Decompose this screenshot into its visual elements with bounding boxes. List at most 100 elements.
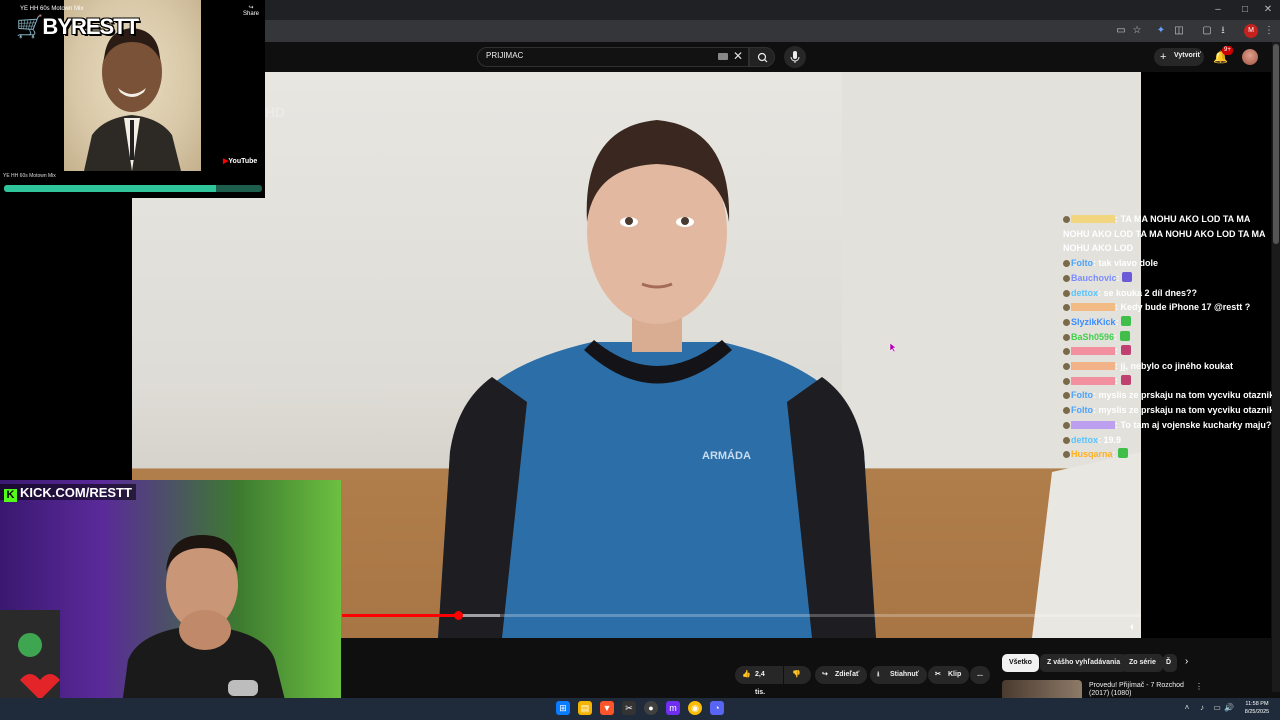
chat-message: dettox: se kouka 2 díl dnes?? <box>1063 286 1277 301</box>
system-clock[interactable]: 11:58 PM 8/25/2025 <box>1240 700 1274 716</box>
chat-badge-icon <box>1063 451 1070 459</box>
capcut-icon[interactable]: ✂ <box>622 701 636 715</box>
share-video-button[interactable]: ↪ Zdieľať <box>815 666 868 684</box>
chat-username: Folto <box>1071 390 1093 401</box>
chat-badge-icon <box>1063 392 1070 400</box>
chat-message: Folto: myslis ze prskaju na tom vycviku … <box>1063 388 1277 403</box>
share-label: Share <box>242 11 259 17</box>
windows-taskbar <box>0 698 1280 720</box>
recommendation-menu-icon[interactable]: ⋮ <box>1195 682 1203 691</box>
clock-time: 11:58 PM <box>1245 701 1269 707</box>
chat-message: : <box>1063 344 1277 359</box>
notification-count-badge: 9+ <box>1222 46 1233 55</box>
chips-next-chevron-icon[interactable]: › <box>1185 656 1188 667</box>
thumbs-down-icon: 👎 <box>792 671 801 678</box>
brave-browser-icon[interactable]: ▼ <box>600 701 614 715</box>
brand-text: BYRESTT <box>42 14 139 39</box>
share-button[interactable]: ↪ Share <box>242 4 260 17</box>
maximize-icon[interactable]: □ <box>1235 2 1255 18</box>
chat-emote-icon <box>1119 330 1130 341</box>
chat-emote-icon <box>1121 315 1132 326</box>
chat-badge-icon <box>1063 407 1070 415</box>
discord-icon[interactable]: ◔ <box>710 701 724 715</box>
profile-icon[interactable]: M <box>1244 24 1258 38</box>
chat-username <box>1071 362 1115 371</box>
install-app-icon[interactable]: ▭ <box>1114 24 1128 38</box>
extension-icon[interactable]: ✦ <box>1154 24 1168 38</box>
more-actions-button[interactable]: ... <box>970 666 990 684</box>
chat-message: : Kedy bude iPhone 17 @restt ? <box>1063 300 1277 315</box>
chat-text: : To tam aj vojenske kucharky maju?? <box>1115 419 1277 430</box>
tray-overflow-chevron-icon[interactable]: ˄ <box>1182 703 1192 713</box>
clear-search-icon[interactable]: ✕ <box>732 49 744 63</box>
obs-icon[interactable]: ● <box>644 701 658 715</box>
chat-badge-icon <box>1063 421 1070 429</box>
webcam-image <box>0 535 290 720</box>
search-button[interactable] <box>749 47 775 67</box>
chat-username <box>1071 347 1115 356</box>
download-label: Stiahnuť <box>890 671 920 678</box>
tab-search-icon[interactable]: ▢ <box>1200 24 1214 38</box>
microphone-tray-icon[interactable]: ♪ <box>1197 703 1207 713</box>
chat-text: : myslis ze prskaju na tom vycviku otazn… <box>1093 390 1275 401</box>
kick-logo-icon: K <box>4 489 17 502</box>
download-icon[interactable]: ⭳ <box>1216 24 1230 38</box>
chat-text: : <box>1115 346 1121 357</box>
chat-text: : <box>1114 331 1120 342</box>
chat-message: Folto: myslis ze prskaju na tom vycviku … <box>1063 403 1277 418</box>
chat-message: : TA MA NOHU AKO LOD TA MA NOHU AKO LOD … <box>1063 212 1277 256</box>
chip-from-series[interactable]: Zo série <box>1122 654 1163 672</box>
extensions-puzzle-icon[interactable]: ◫ <box>1172 24 1186 38</box>
dislike-button[interactable]: 👎 <box>784 666 811 684</box>
chat-username: dettox <box>1071 287 1098 298</box>
browser-menu-icon[interactable]: ⋮ <box>1262 24 1276 38</box>
close-window-icon[interactable]: ✕ <box>1258 2 1278 18</box>
account-avatar[interactable] <box>1242 49 1258 65</box>
chat-text: : 19.9 <box>1098 434 1122 445</box>
like-count: 2,4 tis. <box>755 671 766 696</box>
clip-button[interactable]: ✂ Klip <box>928 666 970 684</box>
download-button[interactable]: ⭳ Stiahnuť <box>870 666 928 684</box>
file-explorer-icon[interactable]: ▤ <box>578 701 592 715</box>
bookmark-star-icon[interactable]: ☆ <box>1130 24 1144 38</box>
voice-search-button[interactable] <box>784 46 806 68</box>
chat-message: BaSh0596: <box>1063 330 1277 345</box>
autoplay-toggle-icon[interactable]: ◐ <box>1126 620 1140 634</box>
chip-all[interactable]: Všetko <box>1002 654 1039 672</box>
chat-text: : <box>1115 375 1121 386</box>
chat-emote-icon <box>1120 374 1131 385</box>
minimize-icon[interactable]: – <box>1208 2 1228 18</box>
volume-icon[interactable]: 🔊 <box>1224 703 1234 713</box>
stream-chat: : TA MA NOHU AKO LOD TA MA NOHU AKO LOD … <box>1063 212 1277 462</box>
video-buffer-bar <box>458 614 500 617</box>
chip-overflow[interactable]: Ď <box>1163 654 1177 672</box>
share-arrow-icon: ↪ <box>822 671 828 678</box>
shirt-print: ARMÁDA <box>702 449 751 462</box>
start-menu-icon[interactable]: ⊞ <box>556 701 570 715</box>
clip-label: Klip <box>948 671 962 678</box>
chat-username: Bauchovic <box>1071 272 1117 283</box>
chat-username <box>1071 376 1115 385</box>
like-button[interactable]: 👍 2,4 tis. <box>735 666 783 696</box>
app-m-icon[interactable]: m <box>666 701 680 715</box>
monitor-tray-icon[interactable]: ▭ <box>1212 703 1222 713</box>
chat-username: Folto <box>1071 258 1093 269</box>
youtube-logo: ▶YouTube <box>223 158 258 165</box>
chat-username: dettox <box>1071 434 1098 445</box>
chat-message: Folto: tak vlavo dole <box>1063 256 1277 271</box>
page-scrollbar-thumb[interactable] <box>1273 44 1279 244</box>
chat-text: : se kouka 2 díl dnes?? <box>1098 287 1198 298</box>
chip-from-search[interactable]: Z vášho vyhľadávania <box>1040 654 1128 672</box>
chrome-icon[interactable]: ◉ <box>688 701 702 715</box>
chat-text: : tak vlavo dole <box>1093 258 1159 269</box>
chat-text: : myslis ze prskaju na tom vycviku otazn… <box>1093 405 1275 416</box>
video-scrubber-handle[interactable] <box>453 611 463 620</box>
recommended-video-title[interactable]: Provedu! Přijímač - 7 Rozchod (2017) (10… <box>1089 682 1189 698</box>
clock-date: 8/25/2025 <box>1244 709 1270 715</box>
chat-username: Husqarna <box>1071 449 1113 460</box>
kick-channel-banner: K KICK.COM/RESTT <box>0 484 136 502</box>
chat-message: dettox: 19.9 <box>1063 433 1277 448</box>
keyboard-icon[interactable] <box>718 53 728 60</box>
recommended-video-thumbnail[interactable] <box>1002 680 1082 698</box>
chat-emote-icon <box>1122 271 1133 282</box>
